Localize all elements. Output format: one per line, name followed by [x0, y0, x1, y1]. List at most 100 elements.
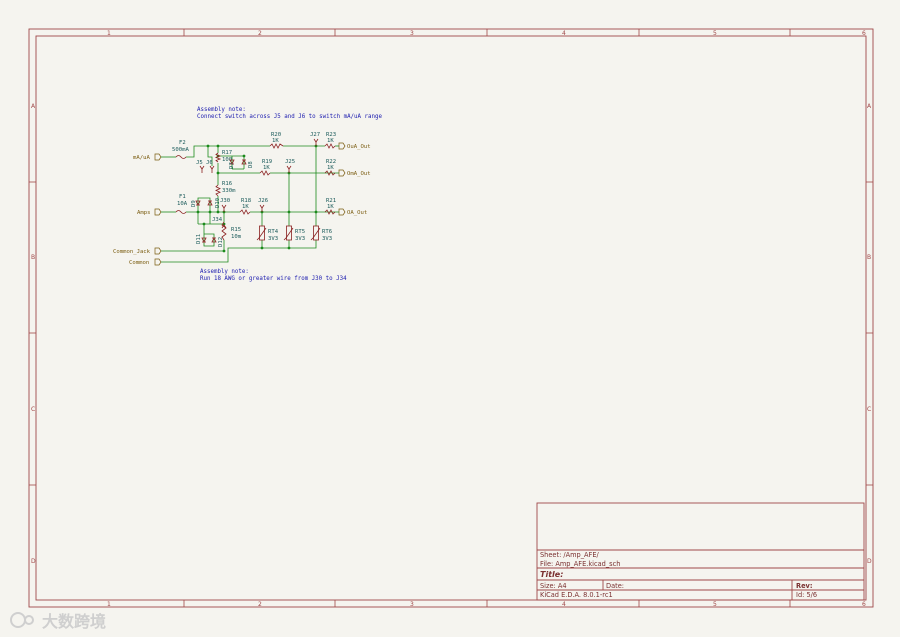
assembly-note-2-title: Assembly note:: [200, 269, 249, 275]
row-label-a-right: A: [867, 103, 872, 110]
rt6-value: 3V3: [322, 236, 332, 242]
col-label-6-bottom: 6: [862, 601, 866, 608]
f1-value: 10A: [177, 201, 188, 207]
r19-value: 1K: [263, 165, 270, 171]
col-label-4: 4: [562, 30, 566, 37]
j26-ref: J26: [258, 198, 268, 204]
r17-ref: R17: [222, 150, 232, 156]
port-ma-ua-label: mA/uA: [133, 155, 150, 161]
r18-value: 1K: [242, 204, 249, 210]
title-block-rev: Rev:: [796, 582, 812, 590]
connector-j5: J5: [196, 160, 205, 173]
d10-ref: D10: [215, 198, 221, 208]
left-ruler: A B C D: [29, 103, 36, 565]
col-label-1-bottom: 1: [107, 601, 111, 608]
thermistor-rt4: RT4 3V3: [256, 225, 279, 242]
port-oa-out[interactable]: OA_Out: [338, 208, 367, 216]
watermark-logo-icon: [10, 612, 26, 628]
col-label-1: 1: [107, 30, 111, 37]
r15-ref: R15: [231, 227, 241, 233]
r15-value: 10m: [231, 234, 242, 240]
row-label-b-right: B: [867, 254, 871, 261]
d12-ref: D12: [218, 237, 224, 247]
col-label-3-bottom: 3: [410, 601, 414, 608]
title-block-title-label: Title:: [540, 570, 563, 579]
title-block-id: Id: 5/6: [796, 591, 817, 599]
resistor-r18: R18 1K: [239, 198, 252, 215]
rt5-ref: RT5: [295, 229, 305, 235]
title-block: Sheet: /Amp_AFE/ File: Amp_AFE.kicad_sch…: [536, 502, 865, 601]
port-ma-ua[interactable]: mA/uA: [133, 153, 162, 161]
thermistor-rt6: RT6 3V3: [310, 225, 332, 242]
row-label-c: C: [31, 406, 35, 413]
resistor-r17: R17 100: [214, 150, 232, 163]
title-block-file: File: Amp_AFE.kicad_sch: [540, 560, 620, 568]
schematic-sheet: 1 2 3 4 5 6 1 2 3 4 5 6 A B C D A B C D: [10, 28, 874, 631]
resistor-r20: R20 1K: [269, 132, 284, 149]
connector-j6: J6: [206, 160, 215, 173]
j5-ref: J5: [196, 160, 203, 166]
port-amps[interactable]: Amps: [137, 208, 162, 216]
f2-value: 500mA: [172, 147, 189, 153]
col-label-5: 5: [713, 30, 717, 37]
row-label-c-right: C: [867, 406, 871, 413]
col-label-3: 3: [410, 30, 414, 37]
port-common-jack[interactable]: Common_Jack: [113, 247, 162, 255]
resistor-r16: R16 330m: [215, 181, 236, 197]
col-label-4-bottom: 4: [562, 601, 566, 608]
r16-value: 330m: [222, 188, 236, 194]
inner-frame: [35, 35, 867, 601]
title-block-size: Size: A4: [540, 582, 567, 590]
port-oa-out-label: OA_Out: [347, 210, 367, 216]
rt4-value: 3V3: [268, 236, 278, 242]
port-common[interactable]: Common: [129, 258, 162, 266]
thermistor-rt5: RT5 3V3: [283, 225, 305, 242]
col-label-2-bottom: 2: [258, 601, 262, 608]
d7-ref: D7: [229, 162, 235, 169]
r20-value: 1K: [272, 138, 279, 144]
outer-frame: [28, 28, 874, 608]
port-common-jack-label: Common_Jack: [113, 249, 151, 255]
r21-value: 1K: [327, 204, 334, 210]
port-oma-out[interactable]: OmA_Out: [338, 169, 371, 177]
row-label-a: A: [31, 103, 36, 110]
watermark-text: 大数跨境: [42, 612, 106, 631]
connector-j25: J25: [285, 159, 295, 173]
title-block-date: Date:: [606, 582, 624, 590]
right-ruler: A B C D: [866, 103, 873, 565]
rt6-ref: RT6: [322, 229, 332, 235]
diode-d11: D11: [196, 234, 207, 244]
col-label-6: 6: [862, 30, 866, 37]
circuit: mA/uA Amps Common_Jack Common OuA_Out Om…: [113, 132, 371, 266]
f2-ref: F2: [179, 140, 186, 146]
d11-ref: D11: [196, 234, 202, 244]
rt4-ref: RT4: [268, 229, 279, 235]
r22-value: 1K: [327, 165, 334, 171]
fuse-f2: F2 500mA: [172, 140, 189, 159]
title-block-tool: KiCad E.D.A. 8.0.1-rc1: [540, 591, 613, 599]
rt5-value: 3V3: [295, 236, 305, 242]
j27-ref: J27: [310, 132, 320, 138]
d8-ref: D8: [248, 161, 254, 168]
r16-ref: R16: [222, 181, 232, 187]
d9-ref: D9: [191, 200, 197, 207]
col-label-2: 2: [258, 30, 262, 37]
assembly-note-2-text: Run 18 AWG or greater wire from J30 to J…: [200, 276, 347, 282]
assembly-note-1-text: Connect switch across J5 and J6 to switc…: [197, 114, 382, 120]
port-amps-label: Amps: [137, 210, 150, 216]
assembly-note-1-title: Assembly note:: [197, 107, 246, 113]
row-label-b: B: [31, 254, 35, 261]
diode-d9: D9: [191, 200, 201, 207]
j25-ref: J25: [285, 159, 295, 165]
connector-j26: J26: [258, 198, 268, 212]
port-oua-out[interactable]: OuA_Out: [338, 142, 371, 150]
connector-j27: J27: [310, 132, 320, 146]
watermark: 大数跨境: [10, 612, 106, 631]
j34-ref: J34: [212, 217, 223, 223]
row-label-d-right: D: [867, 558, 872, 565]
connector-j30: J30: [220, 198, 230, 212]
col-label-5-bottom: 5: [713, 601, 717, 608]
row-label-d: D: [31, 558, 36, 565]
port-oma-out-label: OmA_Out: [347, 171, 371, 177]
fuse-f1: F1 10A: [175, 194, 188, 214]
